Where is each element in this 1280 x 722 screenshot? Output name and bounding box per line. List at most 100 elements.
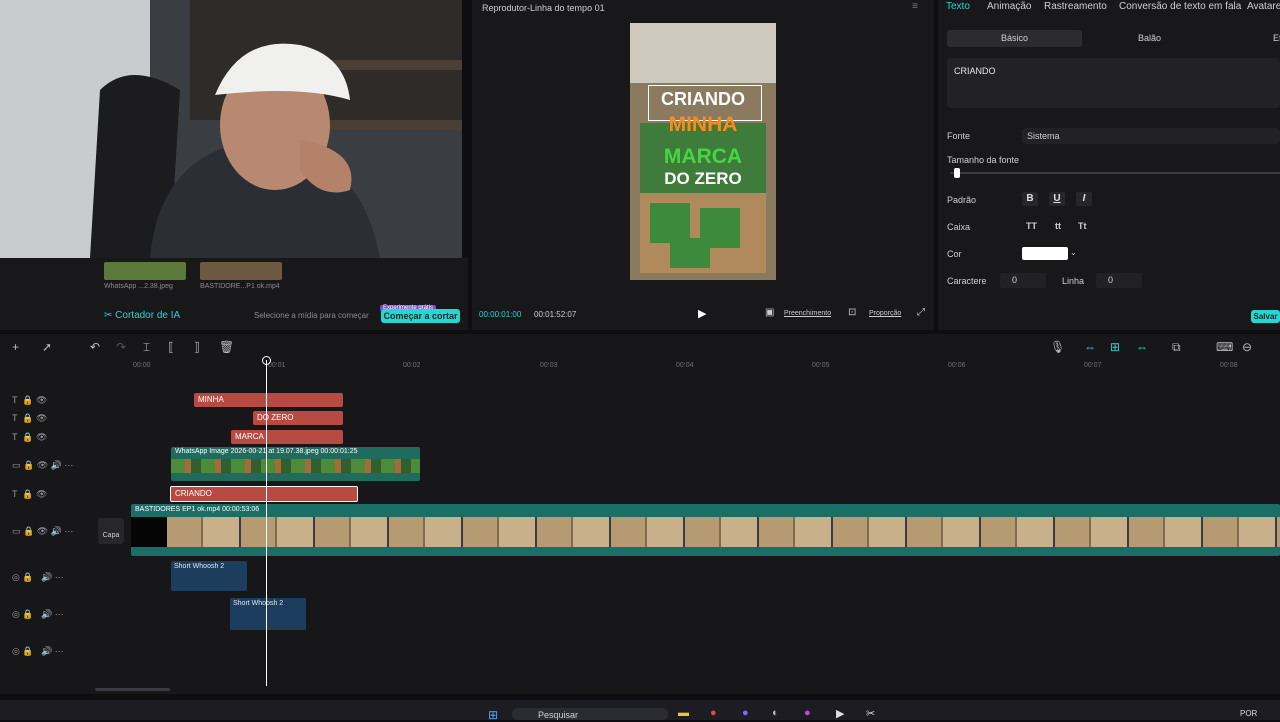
media-item-label: BASTIDORE...P1 ok.mp4 <box>200 283 280 290</box>
clip-black-frame <box>131 517 167 547</box>
text-track-controls[interactable]: T 🔒 👁 <box>12 395 47 406</box>
ruler-tick: 00:00 <box>133 362 151 369</box>
audio-track-controls[interactable]: ◎ 🔒 🔊 ⋯ <box>12 572 64 583</box>
play-icon[interactable]: ▶ <box>698 307 706 320</box>
redo-icon[interactable]: ↷ <box>116 340 126 354</box>
horizontal-scrollbar[interactable] <box>95 688 170 691</box>
capcut-icon[interactable]: ✂ <box>866 707 875 720</box>
clip-whoosh-1[interactable]: Short Whoosh 2 <box>171 561 247 591</box>
tab-texto[interactable]: Texto <box>946 1 970 12</box>
trim-right-icon[interactable]: ⟧ <box>194 340 200 354</box>
clip-criando[interactable]: CRIANDO <box>170 486 358 502</box>
fill-icon[interactable]: ▣ <box>765 307 774 318</box>
preview-line-3: MARCA <box>663 145 743 168</box>
delete-icon[interactable]: 🗑 <box>219 340 234 354</box>
magnet-icon[interactable]: ⊞ <box>1110 340 1120 354</box>
color-swatch[interactable] <box>1022 247 1068 260</box>
ruler-tick: 00:08 <box>1220 362 1238 369</box>
audio-track-controls[interactable]: ◎ 🔒 🔊 ⋯ <box>12 609 64 620</box>
mic-icon[interactable]: 🎙 <box>1050 340 1065 354</box>
ai-cutter-label[interactable]: ✂ Cortador de IA <box>104 310 180 321</box>
split-icon[interactable]: ⌶ <box>143 340 150 355</box>
ruler-tick: 00:03 <box>540 362 558 369</box>
link-icon[interactable]: ⇔ <box>1084 340 1096 354</box>
font-size-slider[interactable] <box>950 172 1280 174</box>
clip-whoosh-2[interactable]: Short Whoosh 2 <box>230 598 306 630</box>
zoom-out-icon[interactable]: ⊖ <box>1242 340 1252 354</box>
discord-icon[interactable]: ● <box>742 707 749 719</box>
clip-marca[interactable]: MARCA <box>231 430 343 444</box>
fullscreen-icon[interactable]: ⤢ <box>917 307 925 318</box>
ruler-tick: 00:04 <box>676 362 694 369</box>
line-label: Linha <box>1062 276 1085 286</box>
player-menu-icon[interactable]: ≡ <box>912 1 918 12</box>
color-label: Cor <box>947 249 962 259</box>
taskbar-search[interactable]: Pesquisar <box>512 708 668 720</box>
line-spacing-input[interactable]: 0 <box>1096 273 1142 288</box>
tab-animacao[interactable]: Animação <box>987 1 1031 12</box>
ruler-tick: 00:07 <box>1084 362 1102 369</box>
italic-button[interactable]: I <box>1076 192 1092 206</box>
tab-rastreamento[interactable]: Rastreamento <box>1044 1 1107 12</box>
search-text: Pesquisar <box>538 710 579 720</box>
subtab-ef[interactable]: Ef <box>1273 33 1280 43</box>
audio-track-controls[interactable]: ◎ 🔒 🔊 ⋯ <box>12 646 64 657</box>
player-panel: Reprodutor-Linha do tempo 01 ≡ CRIANDO M… <box>472 0 934 330</box>
undo-icon[interactable]: ↶ <box>90 340 100 354</box>
tab-tts[interactable]: Conversão de texto em fala <box>1119 1 1241 12</box>
media-thumb-whatsapp[interactable] <box>104 262 186 280</box>
text-input[interactable]: CRIANDO <box>947 58 1280 108</box>
trim-left-icon[interactable]: ⟦ <box>168 340 174 354</box>
preview-axis-icon[interactable]: ⧉ <box>1172 340 1181 355</box>
start-cut-button[interactable]: Começar a cortar <box>381 309 460 323</box>
char-label: Caractere <box>947 276 987 286</box>
playhead[interactable] <box>266 360 267 686</box>
case-title-button[interactable]: Tt <box>1078 221 1087 231</box>
ratio-icon[interactable]: ⊡ <box>848 307 856 318</box>
font-size-label: Tamanho da fonte <box>947 155 1020 165</box>
bold-button[interactable]: B <box>1022 192 1038 206</box>
media-panel: WhatsApp ...2.38.jpeg BASTIDORE...P1 ok.… <box>0 258 468 330</box>
app-icon[interactable]: ● <box>804 707 811 719</box>
font-select[interactable]: Sistema <box>1022 128 1280 144</box>
select-tool-icon[interactable]: ➚ <box>42 340 52 354</box>
playhead-handle[interactable] <box>262 356 271 365</box>
cover-button[interactable]: Capa <box>98 518 124 544</box>
add-icon[interactable]: + <box>12 340 19 354</box>
zoom-fit-icon[interactable]: ⌨ <box>1216 340 1233 354</box>
clip-bastidores[interactable]: BASTIDORES EP1 ok.mp4 00:00:53:06 <box>131 504 1280 556</box>
language-indicator[interactable]: POR <box>1240 709 1257 718</box>
save-button[interactable]: Salvar <box>1251 310 1280 323</box>
app-icon[interactable]: ◐ <box>772 707 779 719</box>
underline-button[interactable]: U <box>1049 192 1065 206</box>
snap-icon[interactable]: ⇔ <box>1136 340 1148 354</box>
font-label: Fonte <box>947 131 971 141</box>
folder-icon[interactable]: ▬ <box>678 707 689 719</box>
tab-avatares[interactable]: Avatares <box>1247 1 1280 12</box>
fill-button[interactable]: Preenchimento <box>784 310 831 317</box>
app-icon[interactable]: ▶ <box>836 707 844 720</box>
clip-minha[interactable]: MINHA <box>194 393 343 407</box>
case-upper-button[interactable]: TT <box>1026 221 1037 231</box>
ruler-tick: 00:05 <box>812 362 830 369</box>
text-track-controls[interactable]: T 🔒 👁 <box>12 413 47 424</box>
subtab-balao[interactable]: Balão <box>1138 33 1161 43</box>
subtab-basico[interactable]: Básico <box>947 30 1082 47</box>
pattern-label: Padrão <box>947 195 977 205</box>
chrome-icon[interactable]: ● <box>710 707 717 719</box>
clip-label: Short Whoosh 2 <box>233 600 284 607</box>
video-preview[interactable]: CRIANDO MINHA MARCA DO ZERO <box>630 23 776 280</box>
player-title: Reprodutor-Linha do tempo 01 <box>482 3 605 13</box>
video-track-controls[interactable]: ▭ 🔒 👁 🔊 ⋯ <box>12 460 73 471</box>
media-thumb-bastidores[interactable] <box>200 262 282 280</box>
text-track-controls[interactable]: T 🔒 👁 <box>12 432 47 443</box>
ratio-button[interactable]: Proporção <box>869 310 901 317</box>
case-lower-button[interactable]: tt <box>1055 221 1061 231</box>
text-track-controls[interactable]: T 🔒 👁 <box>12 489 47 500</box>
char-spacing-input[interactable]: 0 <box>1000 273 1046 288</box>
chevron-down-icon[interactable]: ⌄ <box>1070 248 1077 257</box>
main-track-controls[interactable]: ▭ 🔒 👁 🔊 ⋯ <box>12 526 73 537</box>
clip-whatsapp-image[interactable]: WhatsApp Image 2026-00-21 at 19.07.38.jp… <box>171 447 420 481</box>
font-size-slider-handle[interactable] <box>954 168 960 178</box>
clip-thumbnails <box>171 459 420 473</box>
